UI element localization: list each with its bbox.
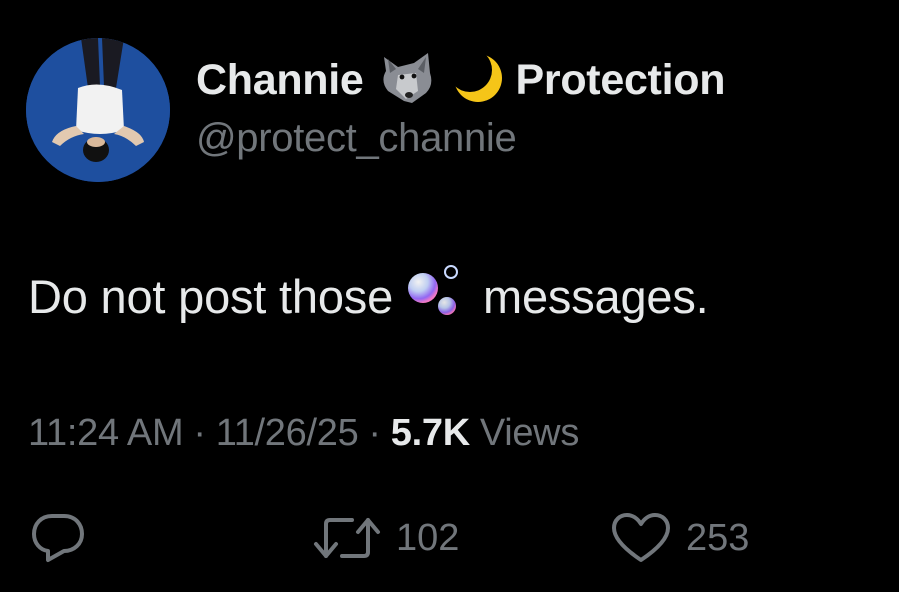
tweet-actions-bar: 102 253 [0,508,899,568]
like-count: 253 [686,516,750,559]
tweet-text: Do not post those messages. [28,262,709,331]
views-label: Views [479,412,580,454]
reply-icon [30,512,86,564]
author-name-row[interactable]: Channie Protection [196,50,725,110]
reply-button[interactable] [30,508,86,568]
tweet-text-before: Do not post those [28,270,394,323]
display-name[interactable]: Channie [196,56,364,105]
tweet-meta: 11:24 AM · 11/26/25 · 5.7K Views [28,412,579,455]
bubbles-icon [407,262,465,331]
retweet-icon [312,512,382,564]
views-count: 5.7K [390,412,470,454]
meta-separator: · [368,412,381,454]
avatar-image [26,38,170,182]
tweet-time[interactable]: 11:24 AM [28,412,184,455]
retweet-button[interactable]: 102 [312,508,459,568]
wolf-face-icon [378,51,436,110]
heart-icon [610,512,672,564]
user-handle[interactable]: @protect_channie [196,116,517,161]
meta-separator: · [193,412,206,454]
display-name-suffix[interactable]: Protection [516,56,726,105]
avatar[interactable] [26,38,170,182]
tweet-text-after: messages. [483,270,709,323]
crescent-moon-icon [453,52,502,109]
like-button[interactable]: 253 [610,508,749,568]
tweet-date[interactable]: 11/26/25 [216,412,359,455]
retweet-count: 102 [396,516,460,559]
